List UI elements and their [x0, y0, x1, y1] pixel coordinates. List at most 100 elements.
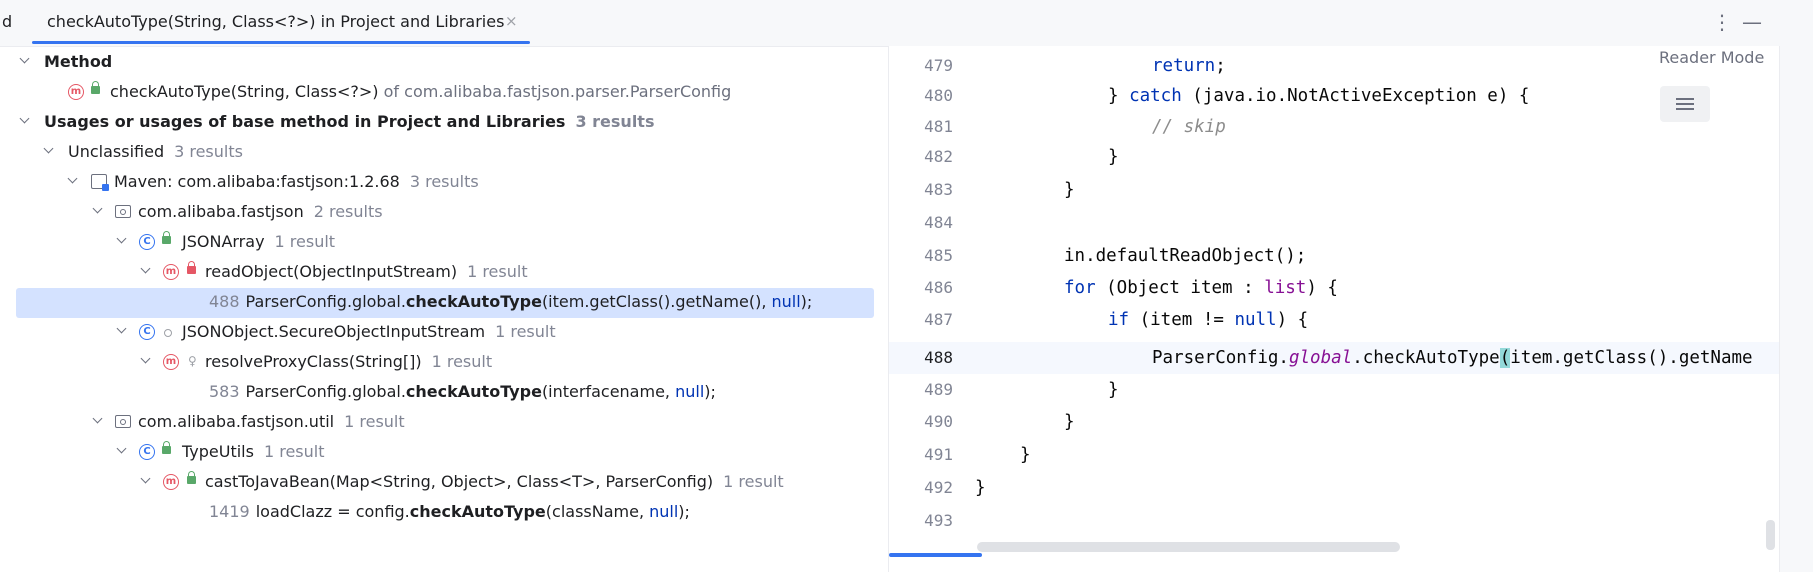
- reader-mode-button[interactable]: Reader Mode: [1659, 48, 1764, 67]
- chevron-down-icon[interactable]: [141, 475, 151, 485]
- tree-node-class[interactable]: C TypeUtils 1 result: [0, 438, 888, 468]
- node-label: TypeUtils: [182, 442, 254, 461]
- result-count: 1 result: [723, 472, 784, 491]
- minimize-icon[interactable]: —: [1742, 10, 1762, 34]
- usage-match: checkAutoType: [409, 502, 546, 521]
- chevron-down-icon[interactable]: [93, 415, 103, 425]
- node-label: Method: [44, 52, 113, 71]
- usage-code: ParserConfig.global.: [245, 292, 406, 311]
- tree-node-class[interactable]: C JSONArray 1 result: [0, 228, 888, 258]
- vertical-scrollbar[interactable]: [1766, 520, 1775, 550]
- soft-wrap-icon[interactable]: [1660, 86, 1710, 122]
- code-line-492: }: [975, 478, 986, 498]
- usage-line-number: 1419: [209, 502, 250, 521]
- result-count: 3 results: [174, 142, 243, 161]
- chevron-down-icon[interactable]: [20, 115, 30, 125]
- tree-node-usages[interactable]: Usages or usages of base method in Proje…: [0, 108, 888, 138]
- more-options-icon[interactable]: ⋮: [1712, 10, 1732, 34]
- line-number: 486: [924, 278, 953, 297]
- chevron-down-icon[interactable]: [68, 175, 78, 185]
- code-line-490: }: [1064, 412, 1075, 432]
- result-count: 1 result: [344, 412, 405, 431]
- method-owner: of com.alibaba.fastjson.parser.ParserCon…: [383, 82, 732, 101]
- tab-active-indicator: [32, 41, 530, 44]
- public-lock-icon: [162, 231, 171, 244]
- result-count: 3 results: [409, 172, 479, 191]
- package-icon: [115, 205, 131, 218]
- usage-match: checkAutoType: [405, 382, 542, 401]
- code-line-482: }: [1108, 147, 1119, 167]
- usage-keyword: null: [649, 502, 679, 521]
- code-line-488: ParserConfig.global.checkAutoType(item.g…: [1152, 348, 1753, 368]
- tree-node-method[interactable]: m readObject(ObjectInputStream) 1 result: [0, 258, 888, 288]
- usage-code: loadClazz = config.: [255, 502, 410, 521]
- tree-node-unclassified[interactable]: Unclassified 3 results: [0, 138, 888, 168]
- code-line-481: // skip: [1152, 117, 1226, 137]
- chevron-down-icon[interactable]: [20, 55, 30, 65]
- node-label: JSONArray: [182, 232, 265, 251]
- chevron-down-icon[interactable]: [117, 325, 127, 335]
- code-line-485: in.defaultReadObject();: [1064, 246, 1307, 266]
- line-number: 493: [924, 511, 953, 530]
- result-count: 3 results: [575, 112, 655, 131]
- usage-code: ParserConfig.global.: [245, 382, 406, 401]
- chevron-down-icon[interactable]: [141, 265, 151, 275]
- tab-find-usages[interactable]: checkAutoType(String, Class<?>) in Proje…: [32, 0, 530, 46]
- tab-bar: d checkAutoType(String, Class<?>) in Pro…: [0, 0, 1813, 47]
- result-count: 1 result: [263, 442, 325, 461]
- tree-node-class[interactable]: C JSONObject.SecureObjectInputStream 1 re…: [0, 318, 888, 348]
- usage-row-selected[interactable]: 488 ParserConfig.global.checkAutoType(ite…: [16, 288, 874, 318]
- package-icon: [115, 415, 131, 428]
- line-number: 485: [924, 246, 953, 265]
- node-label: castToJavaBean(Map<String, Object>, Clas…: [205, 472, 714, 491]
- result-count: 1 result: [431, 352, 493, 371]
- public-lock-icon: [162, 441, 171, 454]
- class-icon: C: [139, 444, 155, 460]
- chevron-down-icon[interactable]: [44, 145, 54, 155]
- library-icon: [91, 174, 109, 191]
- tree-node-method[interactable]: m ♀ resolveProxyClass(String[]) 1 result: [0, 348, 888, 378]
- line-number: 479: [924, 56, 953, 75]
- line-number-current: 488: [924, 348, 953, 367]
- result-count: 2 results: [313, 202, 383, 221]
- node-label: Unclassified: [68, 142, 165, 161]
- class-icon: C: [139, 234, 155, 250]
- usage-code: );: [678, 502, 690, 521]
- usage-line-number: 583: [209, 382, 240, 401]
- line-number: 480: [924, 86, 953, 105]
- tree-node-package[interactable]: com.alibaba.fastjson 2 results: [0, 198, 888, 228]
- method-icon: m: [163, 264, 179, 280]
- editor-tab-indicator: [889, 553, 982, 557]
- horizontal-scrollbar[interactable]: [977, 542, 1400, 552]
- method-icon: m: [163, 474, 179, 490]
- chevron-down-icon[interactable]: [117, 445, 127, 455]
- line-number: 482: [924, 147, 953, 166]
- tree-node-method[interactable]: m castToJavaBean(Map<String, Object>, Cl…: [0, 468, 888, 498]
- right-tool-strip: [1779, 46, 1813, 572]
- tree-node-method[interactable]: Method: [0, 48, 888, 78]
- code-line-486: for (Object item : list) {: [1064, 278, 1338, 298]
- line-number: 483: [924, 180, 953, 199]
- usage-row[interactable]: 583 ParserConfig.global.checkAutoType(int…: [0, 378, 888, 408]
- node-label: com.alibaba.fastjson.util: [138, 412, 335, 431]
- line-number: 484: [924, 213, 953, 232]
- chevron-down-icon[interactable]: [117, 235, 127, 245]
- usage-row[interactable]: 1419 loadClazz = config.checkAutoType(cla…: [0, 498, 888, 528]
- code-line-483: }: [1064, 180, 1075, 200]
- line-number: 489: [924, 380, 953, 399]
- tree-node-package[interactable]: com.alibaba.fastjson.util 1 result: [0, 408, 888, 438]
- code-preview[interactable]: 479 480 481 482 483 484 485 486 487 488 …: [889, 46, 1779, 572]
- line-gutter: 479 480 481 482 483 484 485 486 487 488 …: [889, 46, 975, 572]
- result-count: 1 result: [274, 232, 336, 251]
- chevron-down-icon[interactable]: [141, 355, 151, 365]
- usage-code: (interfacename,: [541, 382, 676, 401]
- code-line-491: }: [1020, 445, 1031, 465]
- method-name: checkAutoType(String, Class<?>): [110, 82, 379, 101]
- tree-node-maven[interactable]: Maven: com.alibaba:fastjson:1.2.68 3 resu…: [0, 168, 888, 198]
- line-number: 490: [924, 412, 953, 431]
- public-lock-icon: [91, 81, 100, 94]
- code-line-479: return;: [1152, 56, 1226, 76]
- chevron-down-icon[interactable]: [93, 205, 103, 215]
- close-icon[interactable]: ×: [505, 12, 518, 30]
- tree-node-target-method[interactable]: m checkAutoType(String, Class<?>) of com…: [0, 78, 888, 108]
